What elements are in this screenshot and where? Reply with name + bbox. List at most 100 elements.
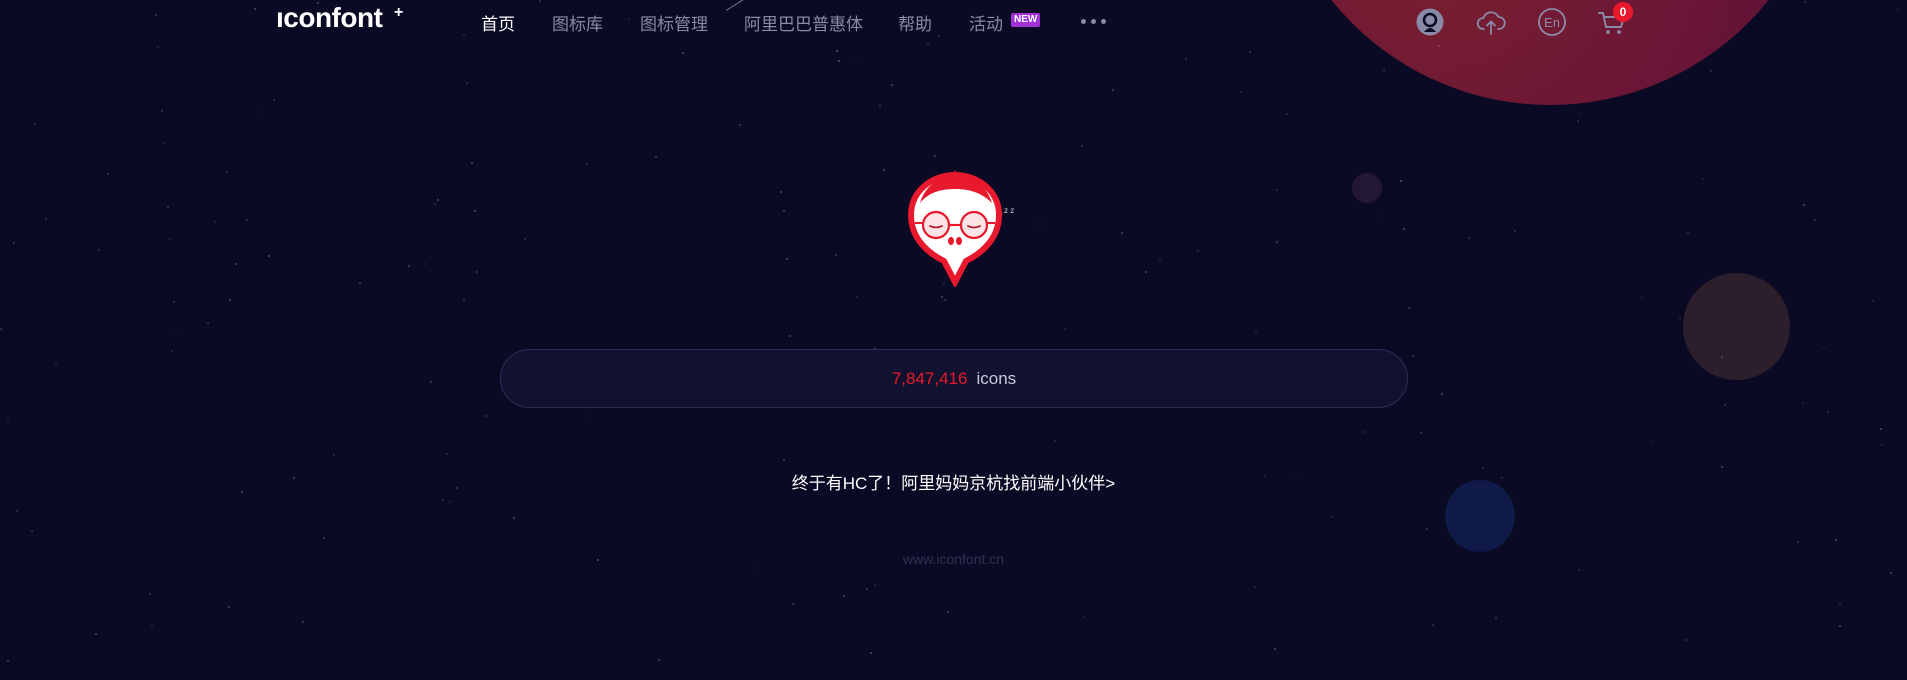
star	[107, 173, 109, 175]
star	[449, 501, 451, 503]
star	[1710, 70, 1712, 72]
star	[1145, 271, 1147, 273]
star	[1880, 428, 1882, 430]
star	[16, 510, 18, 512]
star	[1721, 356, 1723, 358]
star	[13, 242, 15, 244]
star	[95, 633, 97, 635]
star	[1083, 616, 1085, 618]
star	[947, 611, 949, 613]
star	[586, 163, 588, 165]
star	[1383, 69, 1385, 71]
star	[7, 660, 9, 662]
user-avatar-icon[interactable]	[1415, 7, 1445, 37]
star	[1400, 180, 1402, 182]
star	[1039, 223, 1041, 225]
star	[739, 124, 741, 126]
star	[843, 595, 845, 597]
star	[1432, 624, 1434, 626]
star	[254, 8, 256, 10]
star	[1702, 178, 1704, 180]
star	[628, 18, 630, 20]
star	[1685, 639, 1687, 641]
site-logo[interactable]: ıconfont	[276, 2, 383, 34]
star	[1797, 541, 1799, 543]
star	[1823, 347, 1825, 349]
star	[437, 199, 439, 201]
star	[513, 517, 515, 519]
star	[268, 255, 270, 257]
language-en-label: En	[1544, 15, 1560, 30]
star	[927, 43, 929, 45]
logo-plus: +	[394, 4, 404, 21]
search-input[interactable]: 7,847,416 icons	[500, 349, 1408, 408]
language-en-icon[interactable]: En	[1537, 7, 1567, 37]
star	[1240, 91, 1242, 93]
star	[1286, 113, 1288, 115]
star	[31, 530, 33, 532]
nav-item-activity[interactable]: 活动	[969, 10, 1003, 35]
star	[1408, 307, 1410, 309]
star	[273, 99, 275, 101]
star	[1802, 402, 1804, 404]
star	[856, 296, 858, 298]
star	[883, 169, 885, 171]
more-dots-icon[interactable]	[1081, 19, 1106, 24]
star	[1577, 120, 1579, 122]
star	[1803, 204, 1805, 206]
star	[485, 415, 487, 417]
star	[259, 111, 261, 113]
star	[1650, 441, 1652, 443]
star	[1839, 603, 1841, 605]
star	[838, 60, 840, 62]
star	[235, 263, 237, 265]
recruitment-promo-link[interactable]: 终于有HC了！阿里妈妈京杭找前端小伙伴>	[0, 469, 1907, 494]
star	[783, 210, 785, 212]
star	[1897, 9, 1899, 11]
cart-count-badge: 0	[1613, 2, 1633, 22]
nav-item-icon-library[interactable]: 图标库	[552, 10, 603, 35]
star	[430, 381, 432, 383]
star	[1495, 617, 1497, 619]
star	[1249, 51, 1251, 53]
cloud-upload-icon[interactable]	[1476, 7, 1506, 37]
star	[1578, 113, 1580, 115]
star	[682, 52, 684, 54]
star	[539, 0, 541, 2]
star	[870, 652, 872, 654]
star	[207, 322, 209, 324]
star	[1441, 393, 1443, 395]
star	[658, 659, 660, 661]
nav-item-icon-management[interactable]: 图标管理	[640, 10, 708, 35]
star	[167, 206, 169, 208]
planet-decoration	[1352, 173, 1382, 203]
star	[1872, 300, 1874, 302]
star	[1724, 404, 1726, 406]
star	[149, 593, 151, 595]
star	[1112, 89, 1114, 91]
star	[463, 299, 465, 301]
star	[323, 537, 325, 539]
nav-item-home[interactable]: 首页	[481, 10, 515, 35]
nav-item-help[interactable]: 帮助	[898, 10, 932, 35]
star	[1578, 569, 1580, 571]
star	[1276, 189, 1278, 191]
star	[1426, 528, 1428, 530]
nav-item-puhuiti-font[interactable]: 阿里巴巴普惠体	[744, 10, 863, 35]
star	[474, 210, 476, 212]
star	[1403, 228, 1405, 230]
star	[98, 249, 100, 251]
star	[171, 350, 173, 352]
star	[1679, 317, 1681, 319]
star	[157, 46, 159, 48]
star	[780, 191, 782, 193]
star	[1274, 648, 1276, 650]
star	[941, 296, 943, 298]
star	[161, 110, 163, 112]
star	[302, 621, 304, 623]
star	[1121, 232, 1123, 234]
star	[476, 271, 478, 273]
star	[0, 328, 2, 330]
star	[588, 415, 590, 417]
star	[359, 282, 361, 284]
